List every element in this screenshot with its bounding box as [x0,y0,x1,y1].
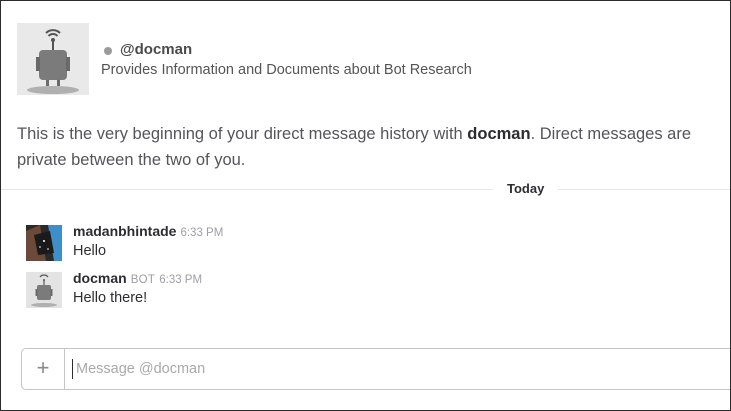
author-name[interactable]: docman [73,270,127,286]
presence-dot [104,47,112,55]
day-divider-label: Today [493,181,559,196]
dm-window: @docman Provides Information and Documen… [0,0,731,411]
message-author[interactable]: madanbhintade 6:33 PM [73,223,223,239]
bot-badge: BOT [130,274,156,286]
robot-avatar-icon [17,23,89,95]
bot-purpose: Provides Information and Documents about… [101,62,472,78]
message-text: Hello [73,243,107,259]
message-timestamp[interactable]: 6:33 PM [159,274,202,286]
plus-icon[interactable]: + [22,349,65,389]
message-composer: + [21,348,730,390]
user-avatar-icon[interactable] [26,225,62,261]
author-name[interactable]: madanbhintade [73,223,176,239]
message-timestamp[interactable]: 6:33 PM [180,227,223,239]
intro-bot-name[interactable]: docman [467,125,530,143]
robot-icon[interactable] [26,272,62,308]
message-author[interactable]: docman BOT 6:33 PM [73,270,202,286]
message-input[interactable] [72,359,716,379]
intro-text-before: This is the very beginning of your direc… [17,125,468,143]
day-divider [1,189,730,190]
message-text: Hello there! [73,290,148,306]
dm-intro-text: This is the very beginning of your direc… [17,121,722,173]
bot-handle[interactable]: @docman [120,41,192,58]
